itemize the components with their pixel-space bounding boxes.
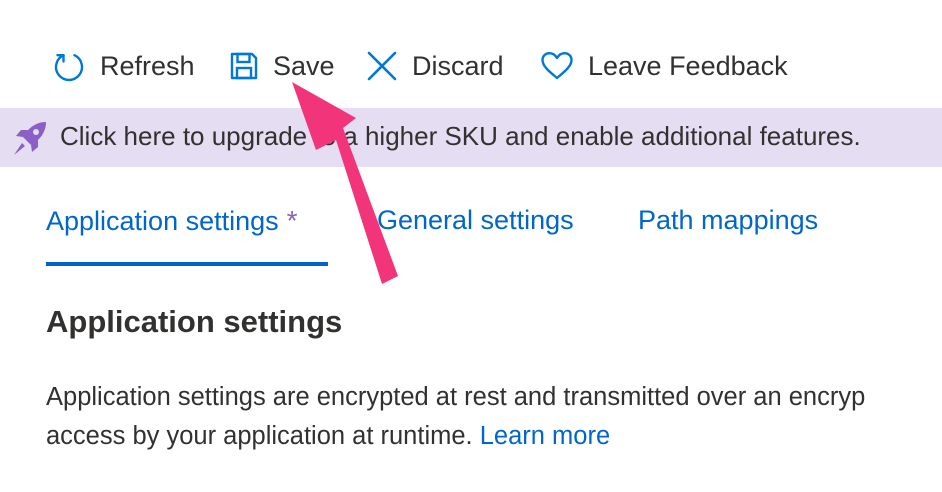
selected-tab-indicator	[46, 262, 328, 266]
save-icon	[229, 51, 259, 81]
rocket-icon	[10, 118, 50, 163]
modified-indicator: *	[286, 205, 298, 236]
section-description: Application settings are encrypted at re…	[46, 378, 942, 456]
upgrade-banner-text: Click here to upgrade to a higher SKU an…	[60, 121, 861, 151]
upgrade-sku-banner[interactable]: Click here to upgrade to a higher SKU an…	[0, 108, 942, 167]
tab-general-settings-label: General settings	[377, 205, 574, 235]
section-title: Application settings	[46, 304, 343, 339]
refresh-icon	[52, 49, 86, 83]
refresh-label: Refresh	[100, 50, 195, 81]
close-icon	[366, 50, 398, 82]
app-service-configuration-page: Refresh Save Discard Leave Feedback Clic…	[0, 0, 942, 492]
description-line-2-text: access by your application at runtime.	[46, 422, 473, 450]
tab-general-settings[interactable]: General settings	[377, 205, 574, 236]
heart-icon	[540, 51, 574, 81]
tab-path-mappings-label: Path mappings	[638, 205, 819, 235]
leave-feedback-button[interactable]: Leave Feedback	[540, 36, 788, 96]
discard-button[interactable]: Discard	[366, 36, 504, 96]
description-line-2: access by your application at runtime. L…	[46, 417, 942, 456]
discard-label: Discard	[412, 50, 504, 81]
description-line-1: Application settings are encrypted at re…	[46, 383, 866, 411]
save-label: Save	[273, 50, 335, 81]
settings-tabs: Application settings * General settings P…	[0, 195, 942, 267]
tab-path-mappings[interactable]: Path mappings	[638, 205, 818, 236]
learn-more-link[interactable]: Learn more	[480, 422, 610, 450]
leave-feedback-label: Leave Feedback	[588, 50, 788, 81]
tab-application-settings[interactable]: Application settings *	[46, 205, 298, 237]
tab-application-settings-label: Application settings	[46, 206, 279, 236]
refresh-button[interactable]: Refresh	[52, 36, 195, 96]
save-button[interactable]: Save	[229, 36, 335, 96]
